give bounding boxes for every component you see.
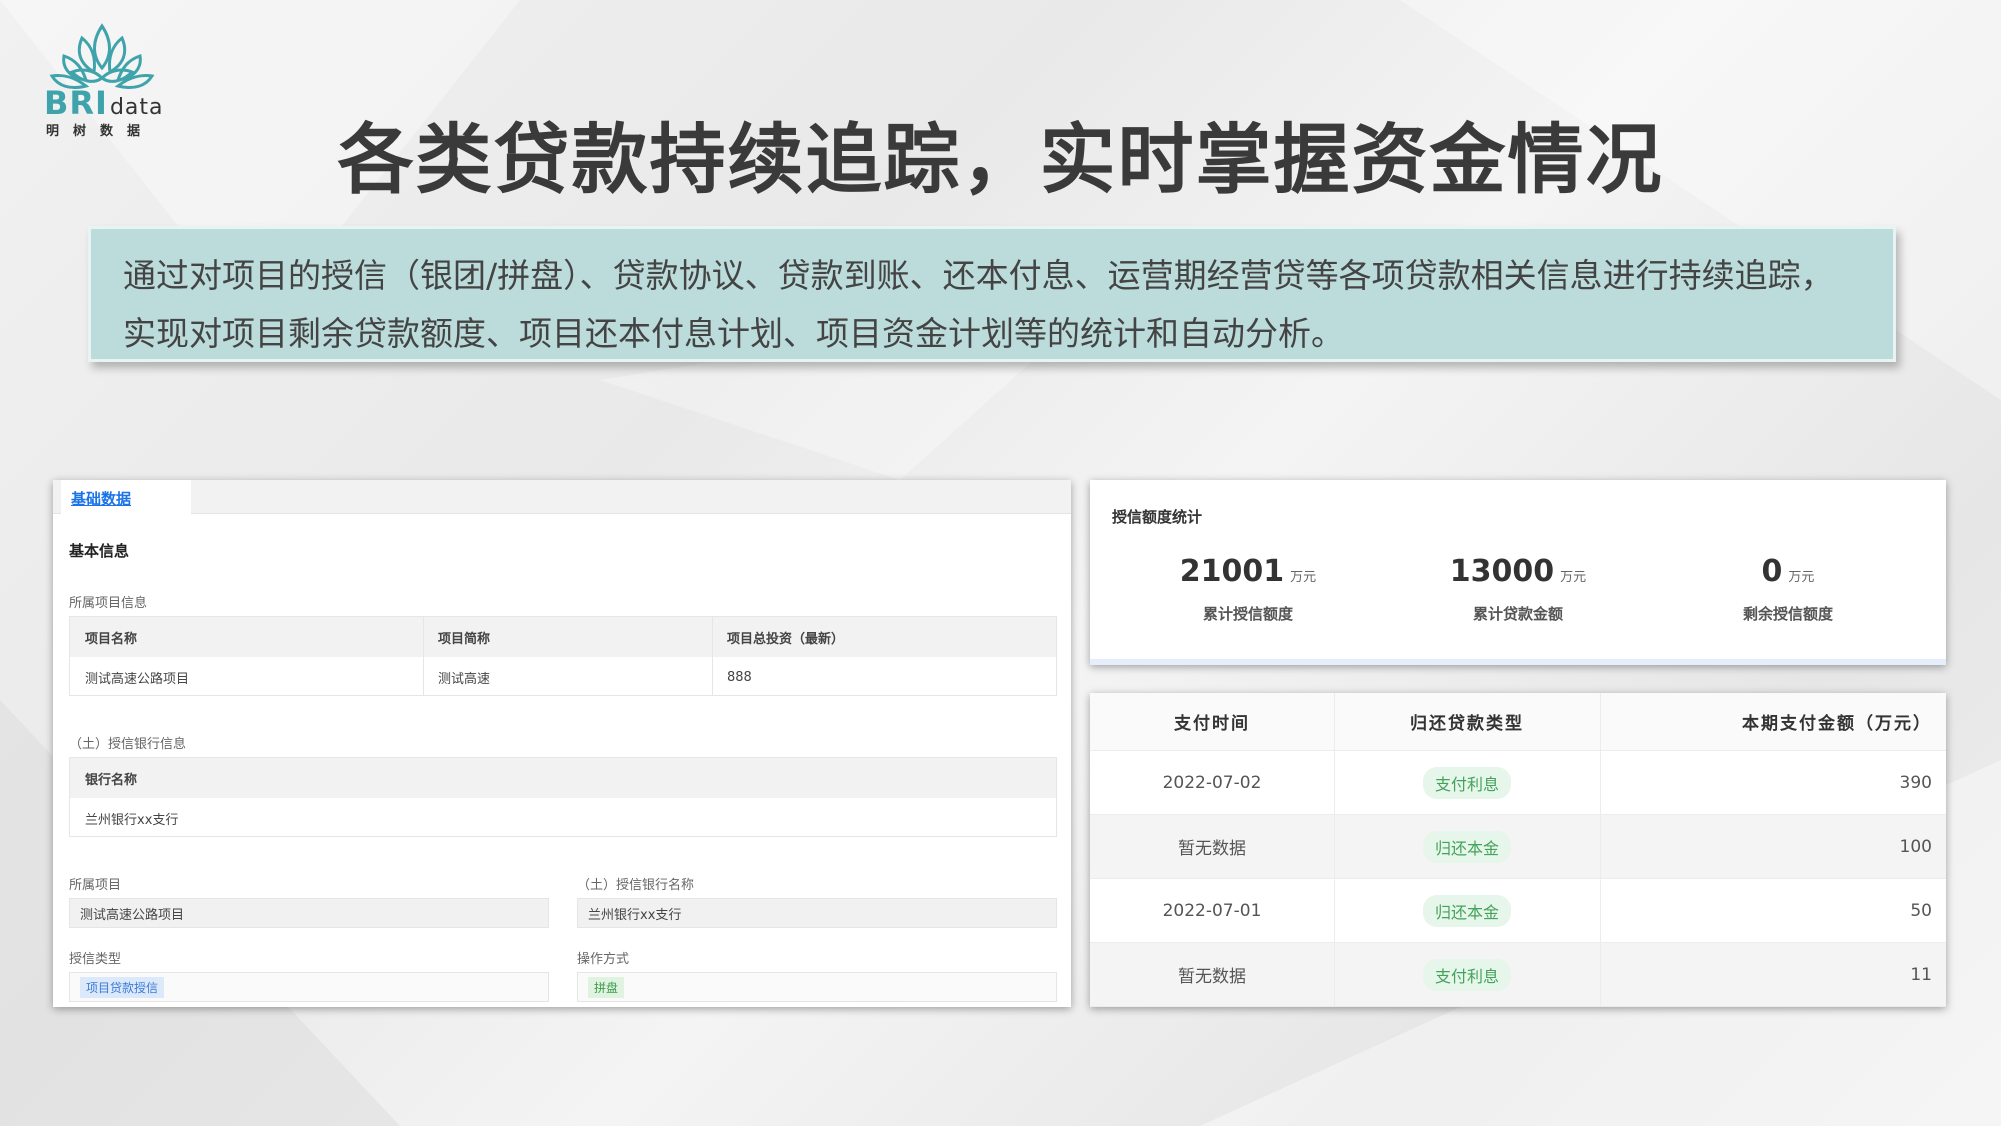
tab-basic-data[interactable]: 基础数据: [61, 480, 191, 514]
cell-amount: 11: [1910, 964, 1932, 985]
table-row[interactable]: 暂无数据 归还本金 100: [1090, 815, 1946, 879]
cell-pay-time: 2022-07-01: [1162, 900, 1262, 921]
payment-table: 支付时间 归还贷款类型 本期支付金额（万元） 2022-07-02 支付利息 3…: [1090, 693, 1946, 1007]
operation-tag: 拼盘: [588, 976, 625, 998]
page-title: 各类贷款持续追踪，实时掌握资金情况: [337, 115, 1664, 204]
cell-pay-time: 暂无数据: [1178, 967, 1246, 987]
credit-type-label: 授信类型: [69, 952, 122, 967]
loan-type-tag: 归还本金: [1422, 894, 1511, 927]
header-project-short: 项目简称: [438, 631, 491, 647]
header-bank-name: 银行名称: [85, 772, 138, 788]
bank-info-table: 银行名称 兰州银行xx支行: [69, 757, 1057, 837]
loan-type-tag: 支付利息: [1422, 766, 1511, 799]
project-info-table: 项目名称 项目简称 项目总投资（最新） 测试高速公路项目 测试高速 888: [69, 616, 1057, 696]
cell-bank-name: 兰州银行xx支行: [85, 812, 179, 828]
stat-value: 0: [1761, 554, 1783, 589]
header-loan-type: 归还贷款类型: [1410, 714, 1524, 734]
cell-amount: 50: [1910, 900, 1932, 921]
header-project-name: 项目名称: [85, 631, 138, 647]
table-row[interactable]: 2022-07-02 支付利息 390: [1090, 751, 1946, 815]
cell-pay-time: 2022-07-02: [1162, 772, 1262, 793]
stat-total-loan: 13000 万元 累计贷款金额: [1398, 554, 1638, 624]
operation-field[interactable]: 拼盘: [577, 972, 1057, 1002]
basic-data-panel: 基础数据 基本信息 所属项目信息 项目名称 项目简称 项目总投资（最新） 测试高…: [53, 480, 1071, 1007]
loan-type-tag: 支付利息: [1422, 958, 1511, 991]
project-field-label: 所属项目: [69, 878, 122, 893]
cell-project-investment: 888: [727, 669, 752, 685]
table-header: 支付时间 归还贷款类型 本期支付金额（万元）: [1090, 693, 1946, 751]
bank-name-field[interactable]: 兰州银行xx支行: [577, 898, 1057, 928]
table-header: [70, 617, 1056, 657]
cell-amount: 100: [1899, 836, 1932, 857]
cell-loan-type: 支付利息: [1334, 751, 1600, 814]
header-amount: 本期支付金额（万元）: [1742, 714, 1932, 734]
cell-loan-type: 归还本金: [1334, 879, 1600, 942]
header-pay-time: 支付时间: [1174, 714, 1250, 734]
tab-bar: 基础数据: [53, 480, 1071, 514]
project-info-label: 所属项目信息: [69, 596, 148, 611]
cell-loan-type: 支付利息: [1334, 943, 1600, 1006]
cell-project-name: 测试高速公路项目: [85, 671, 190, 687]
stat-value: 13000: [1449, 554, 1555, 589]
loan-type-tag: 归还本金: [1422, 830, 1511, 863]
credit-stats-panel: 授信额度统计 21001 万元 累计授信额度 13000 万元 累计贷款金额 0 万元…: [1090, 480, 1946, 665]
header-project-investment: 项目总投资（最新）: [727, 631, 845, 647]
credit-type-tag: 项目贷款授信: [80, 976, 165, 998]
stat-unit: 万元: [1788, 570, 1815, 585]
description-box: 通过对项目的授信（银团/拼盘）、贷款协议、贷款到账、还本付息、运营期经营贷等各项…: [88, 226, 1896, 362]
table-row[interactable]: 暂无数据 支付利息 11: [1090, 943, 1946, 1007]
description-line-2: 实现对项目剩余贷款额度、项目还本付息计划、项目资金计划等的统计和自动分析。: [123, 314, 1344, 353]
cell-loan-type: 归还本金: [1334, 815, 1600, 878]
bank-info-label: （土）授信银行信息: [69, 737, 187, 752]
table-row[interactable]: 2022-07-01 归还本金 50: [1090, 879, 1946, 943]
description-line-1: 通过对项目的授信（银团/拼盘）、贷款协议、贷款到账、还本付息、运营期经营贷等各项…: [123, 256, 1834, 295]
stat-unit: 万元: [1290, 570, 1317, 585]
stat-value: 21001: [1179, 554, 1285, 589]
operation-label: 操作方式: [577, 952, 630, 967]
credit-type-field[interactable]: 项目贷款授信: [69, 972, 549, 1002]
stat-total-credit: 21001 万元 累计授信额度: [1128, 554, 1368, 624]
project-field[interactable]: 测试高速公路项目: [69, 898, 549, 928]
section-title: 基本信息: [69, 542, 130, 560]
cell-project-short: 测试高速: [438, 671, 491, 687]
stat-label: 累计贷款金额: [1472, 605, 1563, 623]
stat-unit: 万元: [1560, 570, 1587, 585]
cell-pay-time: 暂无数据: [1178, 839, 1246, 859]
stat-remaining-credit: 0 万元 剩余授信额度: [1668, 554, 1908, 624]
bank-name-field-label: （土）授信银行名称: [577, 878, 695, 893]
table-header: [70, 758, 1056, 798]
stat-label: 累计授信额度: [1202, 605, 1293, 623]
cell-amount: 390: [1899, 772, 1932, 793]
stat-label: 剩余授信额度: [1742, 605, 1833, 623]
stats-title: 授信额度统计: [1112, 508, 1203, 526]
